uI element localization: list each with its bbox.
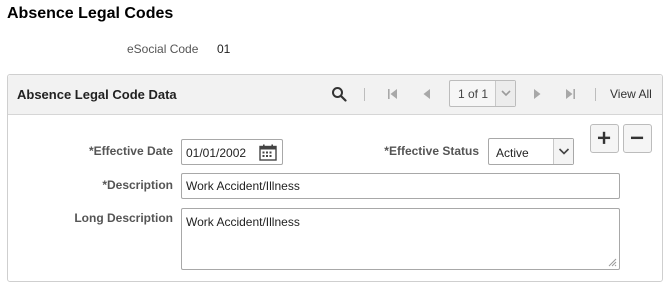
esocial-code-label: eSocial Code: [127, 42, 199, 56]
description-label: *Description: [102, 178, 173, 192]
pager-dropdown-arrow[interactable]: [495, 81, 515, 106]
first-page-icon[interactable]: [385, 86, 401, 102]
grid-title: Absence Legal Code Data: [17, 87, 177, 102]
view-all-link[interactable]: View All: [610, 87, 652, 101]
minus-icon: [630, 136, 644, 140]
long-description-label: Long Description: [74, 211, 173, 225]
add-row-button[interactable]: [590, 124, 619, 153]
status-dropdown-arrow[interactable]: [553, 139, 573, 164]
effective-date-field[interactable]: 01/01/2002: [181, 139, 283, 165]
effective-date-value: 01/01/2002: [186, 146, 247, 160]
delete-row-button[interactable]: [623, 124, 652, 153]
long-description-textarea[interactable]: Work Accident/Illness: [181, 208, 620, 270]
grid-header: Absence Legal Code Data 1 of 1 View All: [8, 75, 662, 115]
esocial-code-value: 01: [217, 42, 231, 56]
next-page-icon[interactable]: [529, 86, 545, 102]
previous-page-icon[interactable]: [419, 86, 435, 102]
chevron-down-icon: [558, 148, 570, 155]
absence-legal-code-data-grid: Absence Legal Code Data 1 of 1 View All …: [7, 74, 663, 282]
chevron-down-icon: [501, 90, 511, 97]
page-title: Absence Legal Codes: [7, 5, 174, 22]
search-icon[interactable]: [331, 86, 347, 102]
effective-status-value: Active: [496, 146, 529, 160]
last-page-icon[interactable]: [562, 86, 578, 102]
description-input[interactable]: Work Accident/Illness: [181, 173, 620, 199]
resize-grip-icon[interactable]: [607, 257, 617, 267]
separator: [364, 88, 365, 101]
effective-status-label: *Effective Status: [384, 144, 479, 158]
calendar-icon[interactable]: [259, 144, 277, 161]
separator: [595, 88, 596, 101]
pager-text: 1 of 1: [458, 87, 489, 101]
effective-date-label: *Effective Date: [88, 144, 173, 158]
pager-select[interactable]: 1 of 1: [449, 80, 516, 107]
effective-status-select[interactable]: Active: [488, 138, 574, 165]
plus-icon: [597, 131, 611, 144]
long-description-value: Work Accident/Illness: [186, 215, 300, 229]
